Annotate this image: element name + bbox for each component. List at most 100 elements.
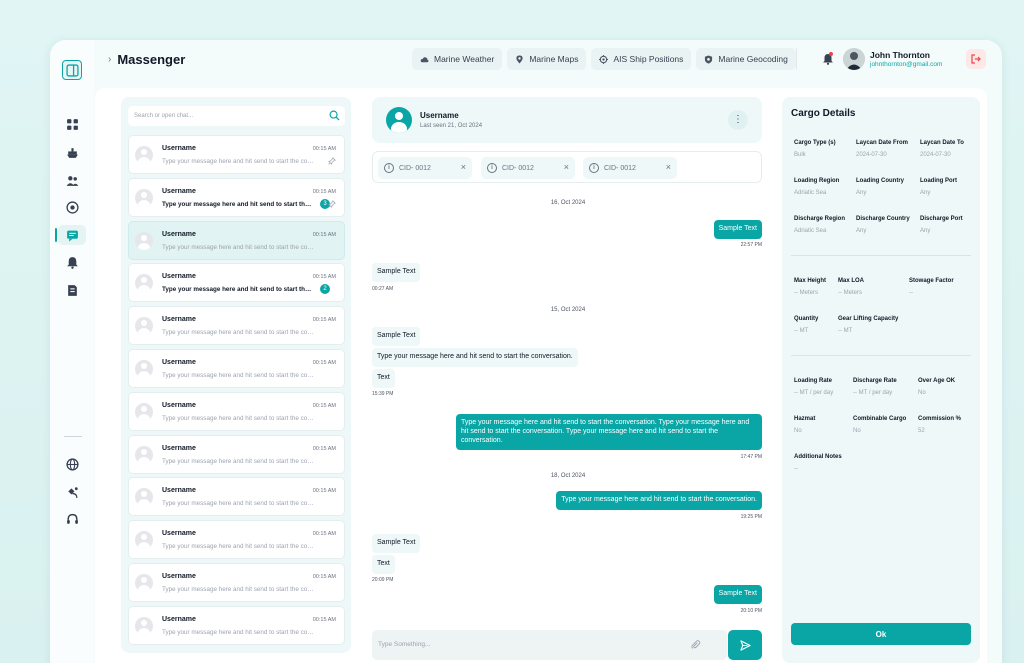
chat-list-item[interactable]: Username 00:15 AM Type your message here a… <box>128 477 345 516</box>
message-input[interactable]: Type Something... <box>372 630 727 660</box>
people-icon[interactable] <box>62 170 82 190</box>
cid-tag[interactable]: i CID- 0012 × <box>481 157 575 179</box>
user-email: johnthornton@gmail.com <box>870 61 943 68</box>
pin-icon[interactable] <box>328 157 336 165</box>
contact-avatar[interactable] <box>386 107 412 133</box>
chat-item-name: Username <box>162 616 196 623</box>
chat-list-item[interactable]: Username 00:15 AM Type your message here a… <box>128 306 345 345</box>
page-title-text: Massenger <box>117 52 186 67</box>
message-bubble-incoming: Sample Text <box>372 327 421 346</box>
notification-dot <box>829 52 833 56</box>
chat-item-time: 00:15 AM <box>312 274 336 280</box>
chevron-right-icon[interactable]: › <box>108 54 111 65</box>
laycan-to-label: Laycan Date To <box>920 140 964 146</box>
close-icon[interactable]: × <box>564 162 569 172</box>
marine-geocoding-button[interactable]: Marine Geocoding <box>696 48 796 70</box>
chat-list-item[interactable]: Username 00:15 AM Type your message here a… <box>128 263 345 302</box>
cargo-type-label: Cargo Type (s) <box>794 140 836 146</box>
discharge-rate-value: -- MT / per day <box>853 390 893 396</box>
laycan-from-label: Laycan Date From <box>856 140 909 146</box>
chat-list-item[interactable]: Username 00:15 AM Type your message here a… <box>128 178 345 217</box>
top-nav: Marine Weather Marine Maps AIS Ship Posi… <box>412 48 796 70</box>
chat-item-time: 00:15 AM <box>312 189 336 195</box>
loading-port-value: Any <box>920 190 931 196</box>
globe-icon[interactable] <box>62 454 82 474</box>
chat-item-preview: Type your message here and hit send to s… <box>162 415 314 422</box>
chat-item-preview: Type your message here and hit send to s… <box>162 201 314 208</box>
dashboard-icon[interactable] <box>62 114 82 134</box>
chat-item-time: 00:15 AM <box>312 574 336 580</box>
message-time: 17:47 PM <box>740 454 762 460</box>
attachment-icon[interactable] <box>690 639 701 650</box>
cid-tag[interactable]: i CID- 0012 × <box>583 157 677 179</box>
chat-header: Username Last seen 21, Oct 2024 ⋮ <box>372 97 762 143</box>
sidebar-toggle-icon[interactable] <box>62 60 82 80</box>
cid-tag[interactable]: i CID- 0012 × <box>378 157 472 179</box>
chat-search-input[interactable]: Search or open chat... <box>128 106 345 126</box>
avatar <box>135 146 153 164</box>
marine-weather-button[interactable]: Marine Weather <box>412 48 503 70</box>
search-icon[interactable] <box>329 110 340 121</box>
date-separator: 15, Oct 2024 <box>550 307 586 313</box>
app-window: › Massenger Marine Weather Marine Maps A… <box>50 40 1002 663</box>
avatar <box>135 189 153 207</box>
logout-button[interactable] <box>966 49 986 69</box>
message-bubble-incoming: Text <box>372 555 395 574</box>
info-icon: i <box>384 163 394 173</box>
message-bubble-incoming: Sample Text <box>372 534 421 553</box>
satellite-icon[interactable] <box>62 482 82 502</box>
loading-rate-value: -- MT / per day <box>794 390 834 396</box>
avatar <box>135 446 153 464</box>
bell-icon[interactable] <box>62 252 82 272</box>
chat-list-item[interactable]: Username 00:15 AM Type your message here a… <box>128 520 345 559</box>
chat-list-item[interactable]: Username 00:15 AM Type your message here a… <box>128 221 345 260</box>
top-header: › Massenger Marine Weather Marine Maps A… <box>94 40 1002 80</box>
chat-pane: Username Last seen 21, Oct 2024 ⋮ i CID- … <box>372 97 764 663</box>
chat-list-item[interactable]: Username 00:15 AM Type your message here a… <box>128 435 345 474</box>
close-icon[interactable]: × <box>666 162 671 172</box>
chat-list-item[interactable]: Username 00:15 AM Type your message here a… <box>128 563 345 602</box>
chat-item-time: 00:15 AM <box>312 446 336 452</box>
chat-item-preview: Type your message here and hit send to s… <box>162 372 314 379</box>
chat-item-preview: Type your message here and hit send to s… <box>162 329 314 336</box>
message-bubble-outgoing: Sample Text <box>713 585 762 604</box>
message-bubble-outgoing: Type your message here and hit send to s… <box>456 414 762 451</box>
document-icon[interactable] <box>62 280 82 300</box>
message-time: 22:57 PM <box>740 242 762 248</box>
send-button[interactable] <box>728 630 762 660</box>
ok-button[interactable]: Ok <box>791 623 971 645</box>
max-height-label: Max Height <box>794 278 827 284</box>
commission-label: Commission % <box>918 416 962 422</box>
quantity-value: -- MT <box>794 328 809 334</box>
message-time: 00:27 AM <box>372 286 394 292</box>
sidebar-rail <box>50 40 94 663</box>
chat-list-item[interactable]: Username 00:15 AM Type your message here a… <box>128 135 345 174</box>
message-time: 15:39 PM <box>372 391 394 397</box>
messenger-icon[interactable] <box>55 225 86 245</box>
max-loa-label: Max LOA <box>838 278 865 284</box>
marine-maps-button[interactable]: Marine Maps <box>507 48 587 70</box>
cid-tags: i CID- 0012 × i CID- 0012 × i CID- 0012 × <box>372 151 762 183</box>
hazmat-value: No <box>794 428 802 434</box>
user-avatar[interactable] <box>843 48 865 70</box>
chat-item-preview: Type your message here and hit send to s… <box>162 244 314 251</box>
headset-icon[interactable] <box>62 509 82 529</box>
currency-icon[interactable] <box>62 197 82 217</box>
combinable-cargo-value: No <box>853 428 861 434</box>
section-divider <box>791 355 971 356</box>
rail-divider <box>64 436 82 437</box>
pin-icon[interactable] <box>328 200 336 208</box>
chat-list-item[interactable]: Username 00:15 AM Type your message here a… <box>128 349 345 388</box>
ship-icon[interactable] <box>62 142 82 162</box>
loading-country-label: Loading Country <box>856 178 904 184</box>
avatar <box>135 574 153 592</box>
discharge-port-label: Discharge Port <box>920 216 963 222</box>
close-icon[interactable]: × <box>461 162 466 172</box>
chat-list-item[interactable]: Username 00:15 AM Type your message here a… <box>128 606 345 645</box>
ais-ship-positions-button[interactable]: AIS Ship Positions <box>591 48 692 70</box>
discharge-country-label: Discharge Country <box>856 216 910 222</box>
chat-list-item[interactable]: Username 00:15 AM Type your message here a… <box>128 392 345 431</box>
chat-item-name: Username <box>162 188 196 195</box>
gear-lifting-value: -- MT <box>838 328 853 334</box>
more-options-button[interactable]: ⋮ <box>728 110 748 130</box>
